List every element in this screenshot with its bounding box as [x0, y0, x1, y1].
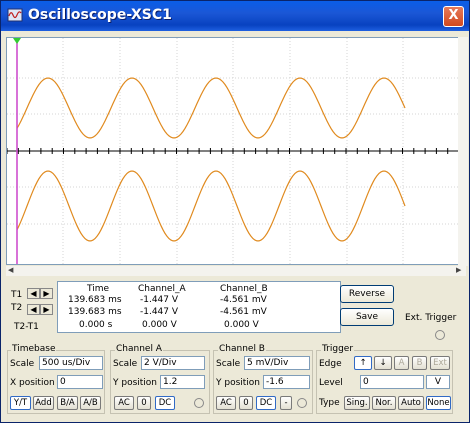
channel-b-title: Channel B	[218, 344, 266, 354]
row1-a: -1.447 V	[140, 295, 179, 305]
t1-right-arrow-icon[interactable]: ▶	[40, 288, 53, 299]
channel-a-ac-button[interactable]: AC	[114, 396, 134, 410]
channel-a-ypos-label: Y position	[113, 378, 158, 388]
type-auto-button[interactable]: Auto	[398, 396, 424, 410]
channel-b-dc-button[interactable]: DC	[256, 396, 276, 410]
timebase-scale-field[interactable]: 500 us/Div	[39, 356, 103, 370]
type-normal-button[interactable]: Nor.	[372, 396, 396, 410]
window-title: Oscilloscope-XSC1	[28, 7, 172, 23]
rising-edge-icon: ↑	[359, 358, 367, 368]
channel-b-terminal-icon[interactable]	[297, 398, 307, 408]
edge-fall-button[interactable]: ↓	[374, 356, 392, 370]
oscilloscope-window: Oscilloscope-XSC1 X ◀ ▶ T1 ◀ ▶ T2 ◀ ▶ T2…	[0, 0, 470, 423]
trigger-source-ext-button[interactable]: Ext	[430, 356, 450, 370]
t2-left-arrow-icon[interactable]: ◀	[27, 304, 40, 315]
row3-b: 0.000 V	[224, 320, 259, 330]
close-button[interactable]: X	[443, 6, 464, 27]
row1-b: -4.561 mV	[220, 295, 267, 305]
channel-b-zero-button[interactable]: 0	[239, 396, 253, 410]
horizontal-scrollbar[interactable]: ◀ ▶	[6, 266, 466, 276]
row3-a: 0.000 V	[142, 320, 177, 330]
edge-label: Edge	[319, 359, 342, 369]
channel-a-title: Channel A	[115, 344, 163, 354]
channel-a-scale-label: Scale	[113, 359, 138, 369]
xposition-field[interactable]: 0	[57, 375, 103, 389]
channel-a-zero-button[interactable]: 0	[137, 396, 151, 410]
channel-b-ac-button[interactable]: AC	[216, 396, 236, 410]
header-time: Time	[87, 284, 110, 294]
level-field[interactable]: 0	[360, 375, 424, 389]
header-channel-b: Channel_B	[220, 284, 268, 294]
channel-b-ypos-label: Y position	[216, 378, 261, 388]
cursor-readout: T1 ◀ ▶ T2 ◀ ▶ T2-T1 Time Channel_A Chann…	[9, 281, 341, 335]
timebase-scale-label: Scale	[10, 359, 35, 369]
level-label: Level	[319, 378, 343, 388]
header-channel-a: Channel_A	[138, 284, 186, 294]
scroll-right-icon[interactable]: ▶	[456, 266, 461, 274]
mode-ab-button[interactable]: A/B	[80, 396, 101, 410]
channel-a-scale-field[interactable]: 2 V/Div	[141, 356, 205, 370]
mode-ba-button[interactable]: B/A	[57, 396, 78, 410]
ext-trigger-label: Ext. Trigger	[405, 313, 457, 323]
trigger-source-a-button[interactable]: A	[394, 356, 409, 370]
oscilloscope-display[interactable]	[6, 37, 461, 265]
falling-edge-icon: ↓	[379, 358, 387, 368]
t1-label: T1	[11, 290, 23, 300]
readout-table: Time Channel_A Channel_B 139.683 ms -1.4…	[57, 281, 341, 333]
xposition-label: X position	[10, 378, 55, 388]
trigger-source-b-button[interactable]: B	[412, 356, 427, 370]
t2-label: T2	[11, 303, 23, 313]
trigger-title: Trigger	[321, 344, 355, 354]
t1-left-arrow-icon[interactable]: ◀	[27, 288, 40, 299]
row2-a: -1.447 V	[140, 307, 179, 317]
mode-add-button[interactable]: Add	[33, 396, 54, 410]
edge-rise-button[interactable]: ↑	[354, 356, 372, 370]
oscilloscope-icon	[7, 8, 23, 22]
t2-t1-label: T2-T1	[14, 322, 39, 332]
type-none-button[interactable]: None	[426, 396, 451, 410]
vertical-scrollbar[interactable]	[458, 37, 468, 266]
save-button[interactable]: Save	[340, 308, 394, 326]
mode-yt-button[interactable]: Y/T	[10, 396, 31, 410]
channel-b-invert-button[interactable]: -	[280, 396, 292, 410]
title-bar[interactable]: Oscilloscope-XSC1 X	[1, 1, 469, 31]
t2-right-arrow-icon[interactable]: ▶	[40, 304, 53, 315]
reverse-button[interactable]: Reverse	[340, 285, 394, 303]
row1-time: 139.683 ms	[68, 295, 122, 305]
ext-trigger-terminal-icon[interactable]	[435, 330, 445, 340]
cursor-marker-icon	[13, 38, 21, 44]
row2-b: -4.561 mV	[220, 307, 267, 317]
row3-time: 0.000 s	[79, 320, 113, 330]
channel-a-dc-button[interactable]: DC	[155, 396, 175, 410]
channel-b-scale-label: Scale	[216, 359, 241, 369]
waveform-plot	[6, 38, 460, 264]
level-unit-field[interactable]: V	[426, 375, 450, 389]
scroll-left-icon[interactable]: ◀	[8, 266, 13, 274]
channel-b-scale-field[interactable]: 5 mV/Div	[244, 356, 310, 370]
type-label: Type	[319, 398, 340, 408]
timebase-title: Timebase	[11, 344, 57, 354]
channel-a-ypos-field[interactable]: 1.2	[160, 375, 205, 389]
row2-time: 139.683 ms	[68, 307, 122, 317]
close-icon: X	[448, 8, 459, 23]
channel-b-ypos-field[interactable]: -1.6	[263, 375, 310, 389]
channel-a-terminal-icon[interactable]	[194, 398, 204, 408]
type-single-button[interactable]: Sing.	[344, 396, 370, 410]
